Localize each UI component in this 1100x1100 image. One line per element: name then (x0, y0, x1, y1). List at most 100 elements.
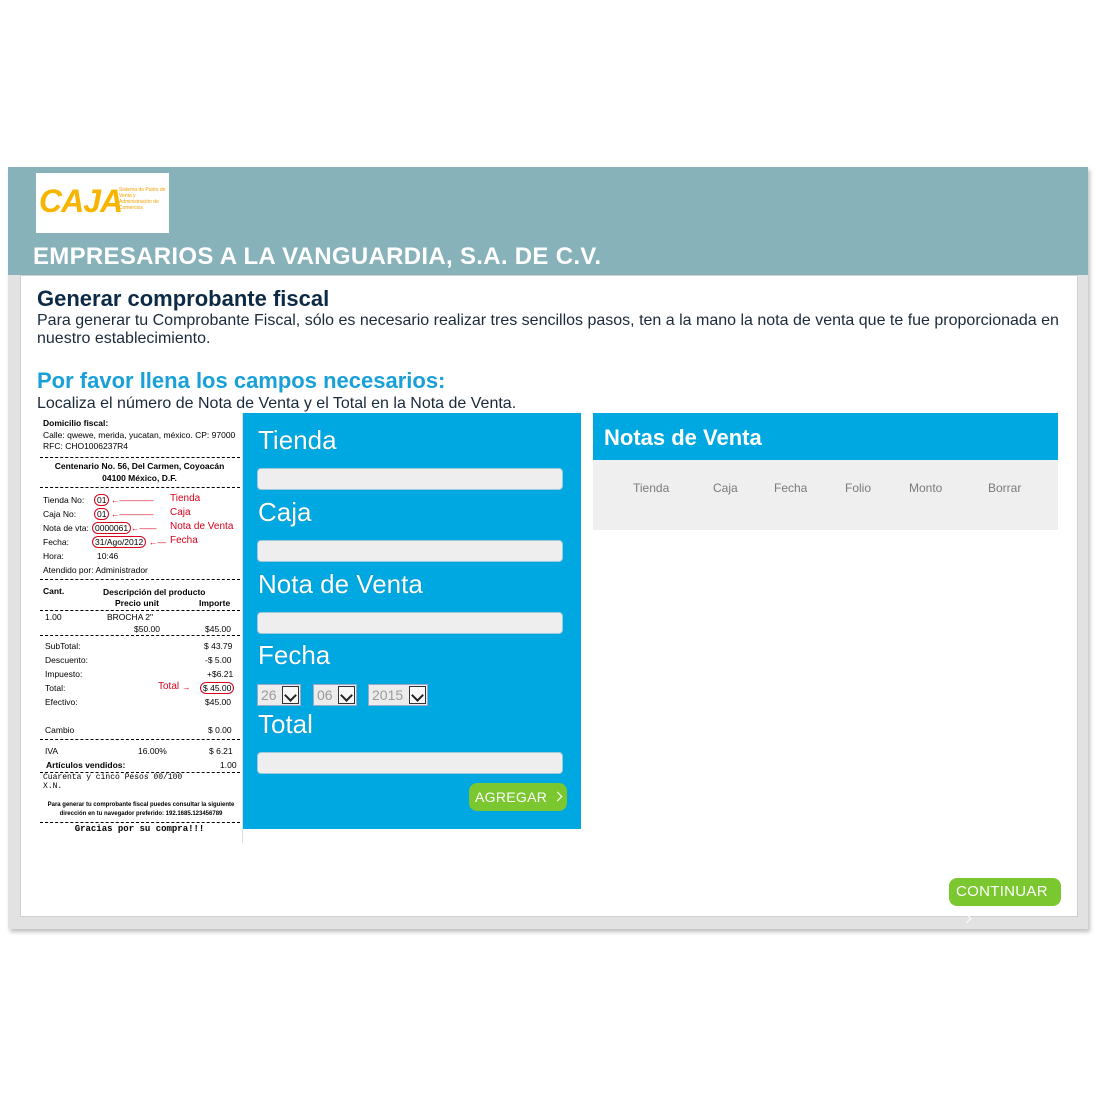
chevron-down-icon (282, 686, 299, 704)
receipt-hora-value: 10:46 (97, 551, 119, 561)
receipt-fecha-label: Fecha: (43, 537, 69, 547)
arrow-left-icon: ←———— (111, 495, 154, 505)
agregar-button[interactable]: AGREGAR (469, 783, 567, 811)
receipt-amount-words: Cuarenta y cinco Pesos 00/100 (43, 773, 183, 782)
receipt-divider (40, 739, 240, 740)
chevron-right-icon (961, 913, 972, 924)
content-panel: Generar comprobante fiscal Para generar … (20, 275, 1078, 924)
receipt-iva-label: IVA (45, 746, 59, 756)
fecha-label: Fecha (258, 640, 331, 670)
notas-title: Notas de Venta (604, 425, 762, 450)
receipt-total-note: Total (158, 681, 180, 692)
receipt-fecha-value: 31/Ago/2012 (92, 536, 147, 548)
arrow-left-icon: ←— (149, 537, 166, 547)
receipt-articulos-label: Artículos vendidos: (46, 760, 126, 770)
arrow-left-icon: ←———— (111, 509, 154, 519)
column-header-monto: Monto (909, 481, 943, 495)
receipt-tienda-note: Tienda (170, 493, 201, 504)
chevron-down-icon (409, 686, 426, 704)
column-header-borrar: Borrar (988, 481, 1022, 495)
receipt-item-qty: 1.00 (45, 612, 62, 622)
notas-header: Notas de Venta (593, 413, 1058, 460)
nota-label: Nota de Venta (258, 569, 423, 599)
receipt-fecha-note: Fecha (170, 535, 198, 546)
receipt-col-precio: Precio unit (115, 598, 159, 608)
receipt-iva-value: $ 6.21 (209, 746, 233, 756)
receipt-col-importe: Importe (199, 598, 231, 608)
column-header-caja: Caja (713, 481, 738, 495)
invoice-form: Tienda Caja Nota de Venta Fecha 26 06 20… (243, 413, 581, 829)
agregar-button-label: AGREGAR (475, 789, 548, 805)
receipt-hora-label: Hora: (43, 551, 64, 561)
receipt-divider (40, 635, 240, 636)
receipt-descuento-label: Descuento: (45, 655, 88, 665)
section-subtitle: Por favor llena los campos necesarios: (37, 368, 446, 393)
receipt-caja-note: Caja (170, 507, 191, 518)
receipt-subtotal-value: $ 43.79 (204, 641, 233, 651)
receipt-impuesto-label: Impuesto: (45, 669, 83, 679)
caja-input[interactable] (257, 540, 563, 562)
receipt-caja-value: 01 (94, 508, 110, 520)
receipt-col-cant: Cant. (43, 586, 65, 596)
receipt-efectivo-label: Efectivo: (45, 697, 78, 707)
receipt-iva-rate: 16.00% (138, 746, 167, 756)
receipt-divider (40, 487, 240, 488)
receipt-rfc: RFC: CHO1006237R4 (43, 441, 129, 451)
receipt-divider (40, 457, 240, 458)
continuar-button-label: CONTINUAR (956, 883, 1048, 900)
tienda-label: Tienda (258, 425, 337, 455)
receipt-thanks: Gracias por su compra!!! (74, 824, 205, 834)
receipt-total-value: $ 45.00 (200, 682, 235, 694)
total-label: Total (258, 709, 313, 739)
chevron-down-icon (338, 686, 355, 704)
column-header-fecha: Fecha (774, 481, 808, 495)
receipt-attendant: Atendido por: Administrador (43, 565, 148, 575)
receipt-tienda-label: Tienda No: (43, 495, 85, 505)
main-card: CAJA Sistema de Punto de Venta y Adminis… (8, 167, 1088, 929)
arrow-right-icon: → (182, 682, 191, 692)
receipt-subtotal-label: SubTotal: (45, 641, 81, 651)
receipt-item-price: $50.00 (134, 624, 160, 634)
header-bar: CAJA Sistema de Punto de Venta y Adminis… (8, 167, 1088, 275)
receipt-efectivo-value: $45.00 (205, 697, 231, 707)
column-header-tienda: Tienda (633, 481, 670, 495)
receipt-total-label: Total: (45, 683, 66, 693)
month-select-value: 06 (317, 687, 333, 703)
receipt-amount-words-2: X.N. (43, 782, 63, 791)
receipt-store-address-2: 04100 México, D.F. (102, 473, 177, 483)
year-select[interactable]: 2015 (368, 684, 428, 706)
tienda-input[interactable] (257, 468, 563, 490)
receipt-nota-note: Nota de Venta (170, 521, 234, 532)
year-select-value: 2015 (372, 687, 404, 703)
receipt-footer-note: Para generar tu comprobante fiscal puede… (47, 802, 235, 817)
column-header-folio: Folio (845, 481, 872, 495)
day-select-value: 26 (261, 687, 277, 703)
receipt-caja-label: Caja No: (43, 509, 77, 519)
notas-de-venta-panel: Notas de Venta Tienda Caja Fecha Folio M… (593, 413, 1058, 530)
receipt-divider (40, 579, 240, 580)
receipt-nota-label: Nota de vta: (43, 523, 89, 533)
company-name: EMPRESARIOS A LA VANGUARDIA, S.A. DE C.V… (33, 243, 602, 270)
caja-label: Caja (258, 497, 312, 527)
page-description: Para generar tu Comprobante Fiscal, sólo… (37, 312, 1059, 347)
chevron-right-icon (552, 791, 563, 802)
caja-logo: CAJA Sistema de Punto de Venta y Adminis… (36, 173, 169, 233)
nota-input[interactable] (257, 612, 563, 634)
continuar-button[interactable]: CONTINUAR (949, 878, 1061, 924)
arrow-left-icon: ←—— (131, 523, 157, 533)
receipt-cambio-value: $ 0.00 (208, 725, 232, 735)
receipt-item-amount: $45.00 (205, 624, 231, 634)
receipt-cambio-label: Cambio (45, 725, 75, 735)
receipt-example: Domicilio fiscal: Calle: qwewe, merida, … (37, 413, 243, 843)
logo-word: CAJA (39, 183, 123, 219)
receipt-descuento-value: -$ 5.00 (205, 655, 232, 665)
page-title: Generar comprobante fiscal (37, 286, 330, 311)
total-input[interactable] (257, 752, 563, 774)
month-select[interactable]: 06 (313, 684, 357, 706)
day-select[interactable]: 26 (257, 684, 301, 706)
logo-tagline: Sistema de Punto de Venta y Administraci… (119, 187, 166, 211)
receipt-tienda-value: 01 (94, 494, 110, 506)
section-hint: Localiza el número de Nota de Venta y el… (37, 395, 517, 412)
receipt-impuesto-value: +$6.21 (207, 669, 234, 679)
receipt-articulos-value: 1.00 (220, 760, 237, 770)
